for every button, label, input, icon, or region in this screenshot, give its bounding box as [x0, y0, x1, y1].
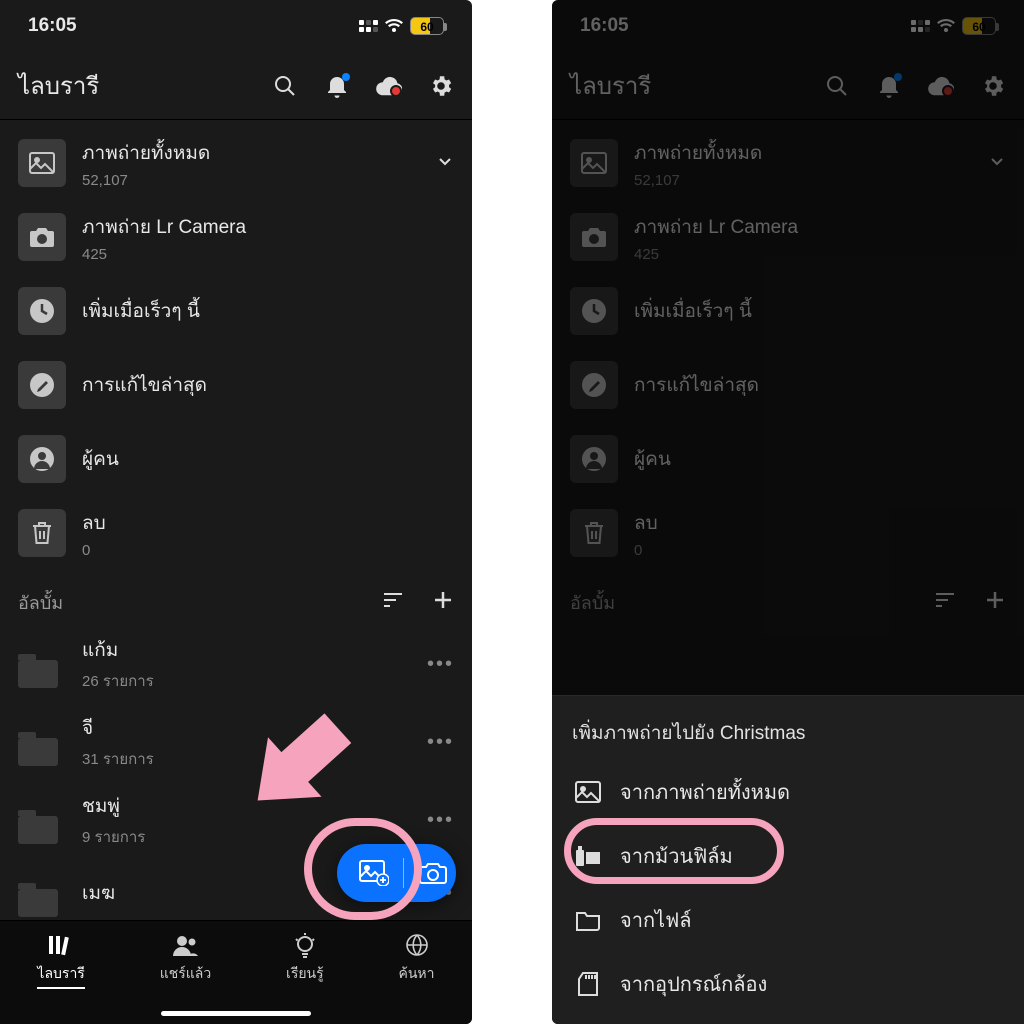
phone-right: 16:05 60 ไลบรารี: [552, 0, 1024, 1024]
tab-shared[interactable]: แชร์แล้ว: [160, 933, 212, 985]
image-icon: [574, 778, 602, 806]
row-title: ภาพถ่าย Lr Camera: [82, 212, 246, 242]
album-subtitle: 31 รายการ: [82, 747, 154, 771]
row-title: ภาพถ่ายทั้งหมด: [82, 138, 210, 168]
row-title: ลบ: [82, 508, 106, 538]
library-icon: [47, 933, 75, 957]
album-row[interactable]: แก้ม 26 รายการ •••: [0, 625, 472, 703]
trash-icon: [18, 509, 66, 557]
wifi-icon: [384, 18, 404, 34]
row-title: ผู้คน: [82, 444, 119, 474]
sdcard-icon: [574, 970, 602, 998]
more-icon[interactable]: •••: [427, 731, 454, 754]
tab-label: ไลบรารี: [37, 963, 84, 989]
shared-icon: [171, 933, 199, 957]
album-subtitle: 9 รายการ: [82, 825, 145, 849]
camera-icon: [18, 213, 66, 261]
row-all-photos[interactable]: ภาพถ่ายทั้งหมด 52,107: [0, 126, 472, 200]
row-trash[interactable]: ลบ 0: [0, 496, 472, 570]
album-row[interactable]: จี 31 รายการ •••: [0, 703, 472, 781]
home-indicator[interactable]: [161, 1011, 311, 1016]
add-photos-sheet: เพิ่มภาพถ่ายไปยัง Christmas จากภาพถ่ายทั…: [552, 695, 1024, 1024]
album-title: เมฆ: [82, 878, 115, 908]
sheet-item-camera-roll[interactable]: จากม้วนฟิล์ม: [552, 824, 1024, 888]
row-title: การแก้ไขล่าสุด: [82, 370, 207, 400]
sheet-item-label: จากม้วนฟิล์ม: [620, 840, 733, 872]
status-time: 16:05: [28, 15, 77, 37]
sheet-item-files[interactable]: จากไฟล์: [552, 888, 1024, 952]
folder-icon: [18, 718, 66, 766]
folder-icon: [574, 906, 602, 934]
chevron-down-icon[interactable]: [436, 152, 454, 175]
sheet-item-all-photos[interactable]: จากภาพถ่ายทั้งหมด: [552, 760, 1024, 824]
album-title: ชมพู่: [82, 791, 145, 821]
status-right: 60: [359, 17, 444, 35]
row-recent[interactable]: เพิ่มเมื่อเร็วๆ นี้: [0, 274, 472, 348]
search-icon[interactable]: [272, 73, 298, 99]
row-edits[interactable]: การแก้ไขล่าสุด: [0, 348, 472, 422]
open-camera-icon[interactable]: [418, 858, 448, 888]
library-list: ภาพถ่ายทั้งหมด 52,107 ภาพถ่าย Lr Camera …: [0, 120, 472, 933]
album-subtitle: 26 รายการ: [82, 669, 154, 693]
page-title: ไลบรารี: [18, 66, 99, 105]
image-icon: [18, 139, 66, 187]
more-icon[interactable]: •••: [427, 653, 454, 676]
tab-bar: ไลบรารี แชร์แล้ว เรียนรู้ ค้นหา: [0, 920, 472, 1024]
tab-search[interactable]: ค้นหา: [399, 933, 435, 985]
cellular-icon: [359, 20, 378, 32]
album-title: แก้ม: [82, 635, 154, 665]
sheet-item-label: จากอุปกรณ์กล้อง: [620, 968, 767, 1000]
clock-icon: [18, 287, 66, 335]
tab-label: แชร์แล้ว: [160, 963, 212, 985]
bell-icon[interactable]: [324, 73, 350, 99]
battery-icon: 60: [410, 17, 444, 35]
row-subtitle: 0: [82, 542, 106, 559]
add-image-icon: [359, 858, 389, 888]
fab-divider: [403, 858, 404, 888]
row-subtitle: 425: [82, 246, 246, 263]
tab-learn[interactable]: เรียนรู้: [286, 933, 324, 985]
row-people[interactable]: ผู้คน: [0, 422, 472, 496]
albums-section-header: อัลบั้ม: [0, 570, 472, 625]
sheet-item-label: จากภาพถ่ายทั้งหมด: [620, 776, 790, 808]
gear-icon[interactable]: [428, 73, 454, 99]
folder-icon: [18, 796, 66, 844]
folder-icon: [18, 640, 66, 688]
app-header: ไลบรารี: [0, 52, 472, 120]
phone-left: 16:05 60 ไลบรารี: [0, 0, 472, 1024]
tab-label: ค้นหา: [399, 963, 435, 985]
bulb-icon: [291, 933, 319, 957]
battery-percent: 60: [411, 18, 443, 36]
tab-label: เรียนรู้: [286, 963, 324, 985]
row-title: เพิ่มเมื่อเร็วๆ นี้: [82, 296, 200, 326]
sheet-item-camera-device[interactable]: จากอุปกรณ์กล้อง: [552, 952, 1024, 1016]
album-title: จี: [82, 713, 154, 743]
sheet-item-label: จากไฟล์: [620, 904, 692, 936]
folder-icon: [18, 869, 66, 917]
sort-icon[interactable]: [382, 591, 404, 614]
section-title: อัลบั้ม: [18, 588, 63, 617]
globe-icon: [403, 933, 431, 957]
add-album-icon[interactable]: [432, 589, 454, 616]
row-subtitle: 52,107: [82, 172, 210, 189]
cloud-icon[interactable]: [376, 73, 402, 99]
row-lr-camera[interactable]: ภาพถ่าย Lr Camera 425: [0, 200, 472, 274]
edit-recent-icon: [18, 361, 66, 409]
more-icon[interactable]: •••: [427, 809, 454, 832]
add-photos-fab[interactable]: [337, 844, 456, 902]
status-bar: 16:05 60: [0, 0, 472, 52]
filmroll-icon: [574, 842, 602, 870]
tab-library[interactable]: ไลบรารี: [37, 933, 84, 989]
sheet-title: เพิ่มภาพถ่ายไปยัง Christmas: [552, 696, 1024, 760]
person-icon: [18, 435, 66, 483]
